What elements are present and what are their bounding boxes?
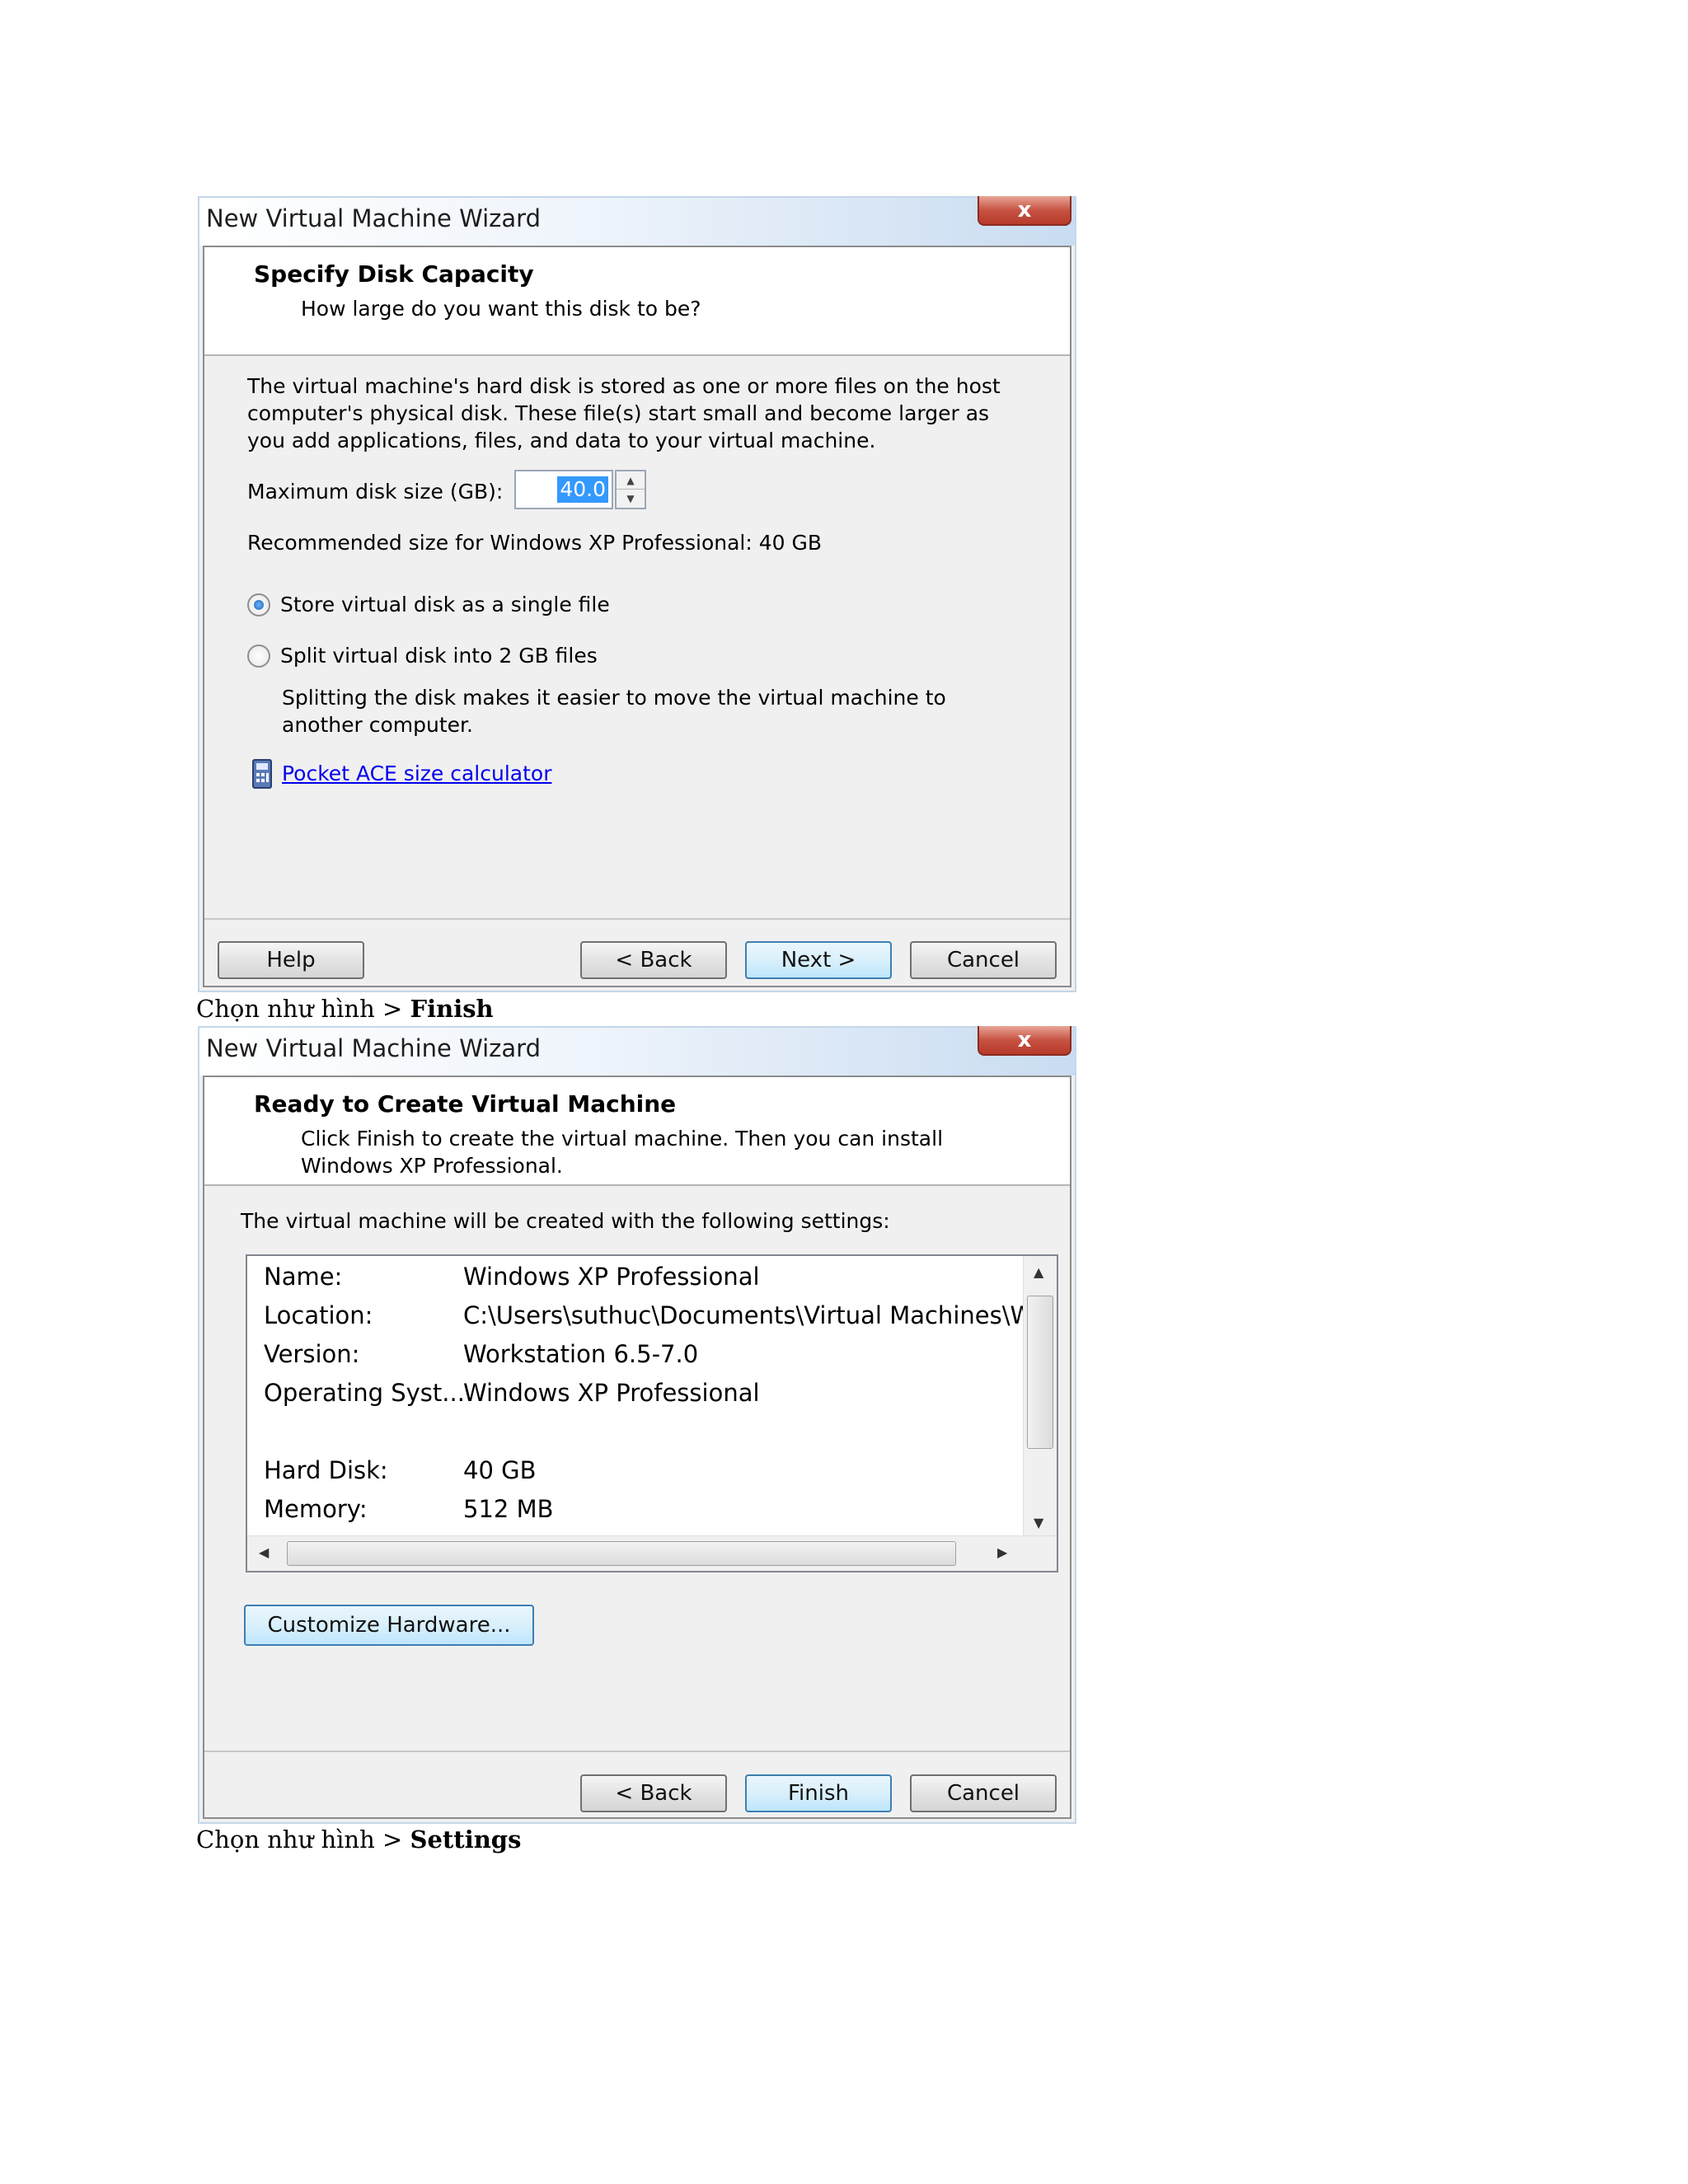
setting-key: Hard Disk: — [264, 1456, 388, 1484]
disk-capacity-wizard-window: New Virtual Machine Wizard x Specify Dis… — [198, 196, 1076, 992]
back-button[interactable]: < Back — [580, 1774, 727, 1812]
setting-value: Windows XP Professional — [463, 1263, 760, 1291]
calculator-icon — [252, 759, 272, 789]
setting-key: Version: — [264, 1340, 360, 1368]
setting-value: 512 MB — [463, 1495, 554, 1523]
footer-divider — [204, 1750, 1070, 1752]
caption-text: Chọn như hình > — [196, 1825, 410, 1854]
caption-text: Chọn như hình > — [196, 995, 410, 1023]
horizontal-scroll-thumb[interactable] — [287, 1541, 956, 1566]
caption-finish: Chọn như hình > Finish — [196, 995, 494, 1023]
caption-settings: Chọn như hình > Settings — [196, 1825, 521, 1854]
setting-key: Operating Syst... — [264, 1379, 465, 1407]
cancel-button[interactable]: Cancel — [910, 941, 1057, 979]
wizard-body: Specify Disk Capacity How large do you w… — [203, 246, 1071, 987]
ready-to-create-wizard-window: New Virtual Machine Wizard x Ready to Cr… — [198, 1026, 1076, 1824]
split-files-label[interactable]: Split virtual disk into 2 GB files — [280, 642, 598, 669]
max-disk-size-input[interactable]: 40.0 — [514, 470, 613, 509]
setting-key: Name: — [264, 1263, 343, 1291]
wizard-header: Specify Disk Capacity How large do you w… — [204, 247, 1070, 356]
split-files-radio[interactable] — [247, 644, 270, 668]
scroll-left-icon[interactable]: ◀ — [259, 1544, 269, 1560]
title-bar: New Virtual Machine Wizard x — [199, 1026, 1075, 1076]
next-button[interactable]: Next > — [745, 941, 892, 979]
page-title: Ready to Create Virtual Machine — [254, 1090, 677, 1118]
disk-description: The virtual machine's hard disk is store… — [247, 374, 1001, 452]
scroll-right-icon[interactable]: ▶ — [997, 1544, 1007, 1560]
setting-value: Windows XP Professional — [463, 1379, 760, 1407]
caption-bold: Settings — [410, 1825, 522, 1854]
recommended-size-text: Recommended size for Windows XP Professi… — [247, 531, 822, 555]
single-file-label[interactable]: Store virtual disk as a single file — [280, 591, 610, 618]
spin-down-icon[interactable]: ▼ — [617, 490, 645, 508]
close-button[interactable]: x — [978, 1026, 1071, 1056]
title-bar: New Virtual Machine Wizard x — [199, 196, 1075, 246]
scroll-up-icon[interactable]: ▲ — [1034, 1264, 1043, 1280]
vertical-scrollbar[interactable]: ▲ ▼ — [1023, 1256, 1057, 1536]
page-subtitle: How large do you want this disk to be? — [301, 297, 701, 321]
setting-key: Location: — [264, 1301, 373, 1329]
close-icon: x — [1017, 1028, 1032, 1052]
help-button[interactable]: Help — [218, 941, 364, 979]
setting-value: C:\Users\suthuc\Documents\Virtual Machin… — [463, 1301, 1058, 1329]
settings-intro: The virtual machine will be created with… — [241, 1209, 890, 1233]
window-title: New Virtual Machine Wizard — [206, 1034, 541, 1062]
close-button[interactable]: x — [978, 196, 1071, 226]
finish-button[interactable]: Finish — [745, 1774, 892, 1812]
customize-hardware-button[interactable]: Customize Hardware... — [244, 1605, 534, 1646]
setting-value: Workstation 6.5-7.0 — [463, 1340, 699, 1368]
window-title: New Virtual Machine Wizard — [206, 204, 541, 232]
split-note: Splitting the disk makes it easier to mo… — [282, 686, 946, 737]
close-icon: x — [1017, 198, 1032, 223]
spin-up-icon[interactable]: ▲ — [617, 471, 645, 490]
horizontal-scrollbar[interactable]: ◀ ▶ — [247, 1535, 1057, 1571]
setting-key: Memory: — [264, 1495, 368, 1523]
vertical-scroll-thumb[interactable] — [1027, 1296, 1053, 1449]
page-title: Specify Disk Capacity — [254, 260, 534, 288]
single-file-radio[interactable] — [247, 593, 270, 616]
disk-size-stepper[interactable]: ▲ ▼ — [615, 470, 646, 509]
footer-divider — [204, 918, 1070, 920]
wizard-header: Ready to Create Virtual Machine Click Fi… — [204, 1077, 1070, 1186]
max-disk-size-value: 40.0 — [557, 476, 608, 503]
cancel-button[interactable]: Cancel — [910, 1774, 1057, 1812]
setting-value: 40 GB — [463, 1456, 537, 1484]
page-subtitle: Click Finish to create the virtual machi… — [301, 1127, 944, 1178]
max-disk-size-label: Maximum disk size (GB): — [247, 480, 504, 504]
settings-list[interactable]: Name: Windows XP Professional Location: … — [246, 1254, 1058, 1572]
back-button[interactable]: < Back — [580, 941, 727, 979]
caption-bold: Finish — [410, 995, 494, 1023]
wizard-body: Ready to Create Virtual Machine Click Fi… — [203, 1076, 1071, 1819]
scroll-down-icon[interactable]: ▼ — [1034, 1515, 1043, 1530]
pocket-ace-calculator-link[interactable]: Pocket ACE size calculator — [282, 762, 551, 785]
